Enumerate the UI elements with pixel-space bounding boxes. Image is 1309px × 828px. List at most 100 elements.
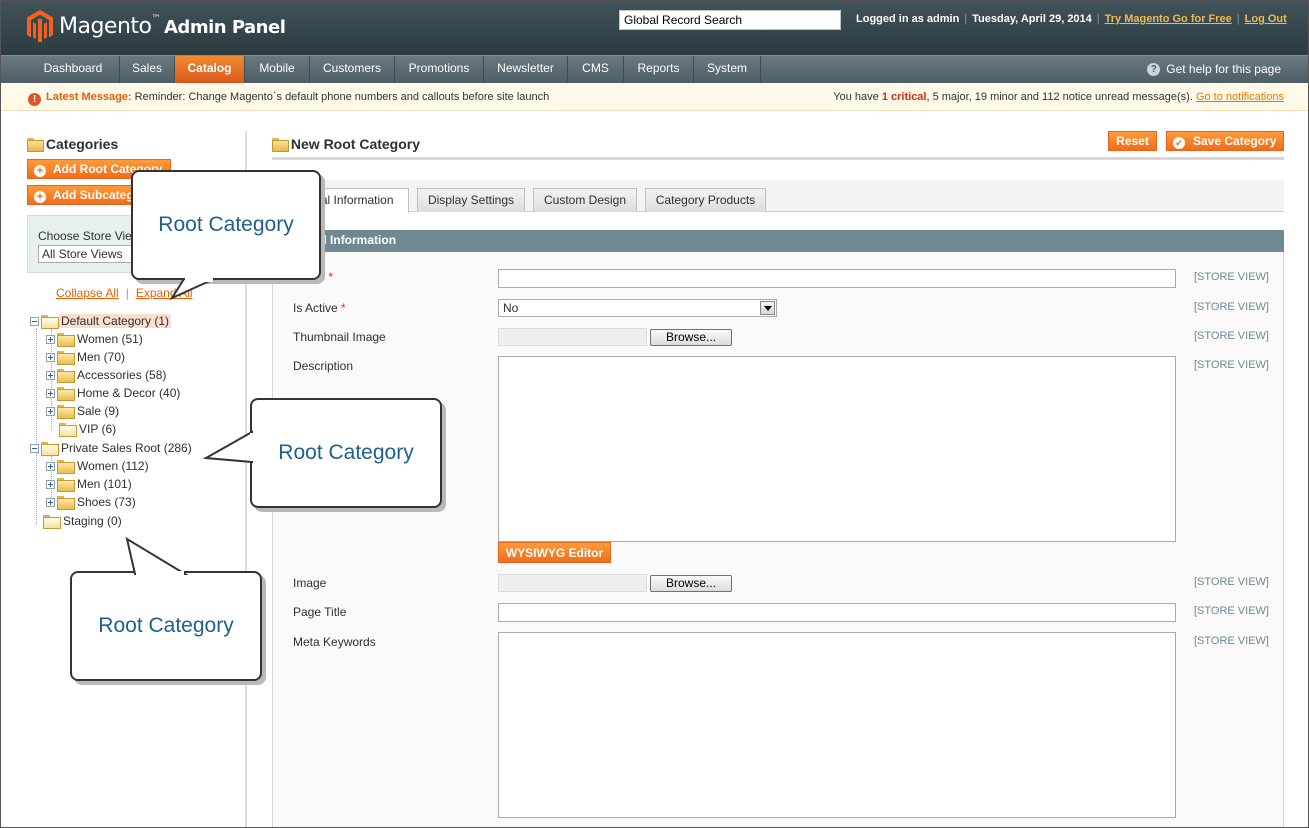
reset-button[interactable]: Reset xyxy=(1108,131,1157,151)
warning-icon: ! xyxy=(28,93,41,106)
tree-node-label[interactable]: Sale (9) xyxy=(75,404,121,418)
name-input[interactable] xyxy=(498,269,1176,288)
tree-node-label[interactable]: Men (101) xyxy=(75,477,134,491)
header-links: Logged in as admin | Tuesday, April 29, 20… xyxy=(856,13,1287,25)
help-icon: ? xyxy=(1147,63,1161,77)
callout-root-category-2: Root Category xyxy=(250,398,442,508)
tree-node[interactable]: Staging (0) xyxy=(30,513,124,529)
tree-node-label[interactable]: Home & Decor (40) xyxy=(75,386,182,400)
folder-icon xyxy=(41,315,59,329)
nav-cms[interactable]: CMS xyxy=(568,56,624,83)
nav-promotions[interactable]: Promotions xyxy=(395,56,484,83)
logout-link[interactable]: Log Out xyxy=(1245,13,1287,25)
folder-icon xyxy=(57,405,75,419)
tree-node[interactable]: Sale (9) xyxy=(46,403,121,419)
expand-icon[interactable] xyxy=(46,479,55,489)
tree-node-label[interactable]: Default Category (1) xyxy=(59,314,172,328)
tree-guide xyxy=(36,328,37,524)
magento-logo-icon xyxy=(27,9,53,43)
tree-node[interactable]: Home & Decor (40) xyxy=(46,385,182,401)
date-text: Tuesday, April 29, 2014 xyxy=(972,13,1092,25)
image-browse-button[interactable]: Browse... xyxy=(650,575,732,592)
categories-heading: Categories xyxy=(27,136,118,152)
image-file-field[interactable] xyxy=(498,574,647,592)
save-category-button[interactable]: ✔ Save Category xyxy=(1166,131,1284,151)
tree-node[interactable]: Private Sales Root (286) xyxy=(30,440,194,456)
thumbnail-image-label: Thumbnail Image xyxy=(293,330,386,344)
tree-node[interactable]: Men (101) xyxy=(46,476,134,492)
nav-newsletter[interactable]: Newsletter xyxy=(484,56,568,83)
nav-dashboard[interactable]: Dashboard xyxy=(27,56,120,83)
description-textarea[interactable] xyxy=(498,356,1176,542)
expand-icon[interactable] xyxy=(46,388,55,398)
folder-icon xyxy=(57,496,75,510)
title-divider xyxy=(272,157,1284,160)
tree-node[interactable]: Shoes (73) xyxy=(46,494,138,510)
tree-node[interactable]: Default Category (1) xyxy=(30,313,172,329)
page-title-label: Page Title xyxy=(293,605,347,619)
nav-system[interactable]: System xyxy=(694,56,761,83)
tree-node-label[interactable]: Men (70) xyxy=(75,350,127,364)
magento-logo[interactable]: Magento™ Admin Panel xyxy=(27,9,286,43)
nav-catalog[interactable]: Catalog xyxy=(175,56,245,83)
thumbnail-file-field[interactable] xyxy=(498,328,647,346)
store-view-label: Choose Store View: xyxy=(38,229,144,243)
folder-icon xyxy=(57,478,75,492)
tree-node[interactable]: Men (70) xyxy=(46,349,127,365)
scope-label: [STORE VIEW] xyxy=(1194,635,1269,647)
try-magento-link[interactable]: Try Magento Go for Free xyxy=(1105,13,1232,25)
thumbnail-browse-button[interactable]: Browse... xyxy=(650,329,732,346)
tree-node-label[interactable]: VIP (6) xyxy=(77,422,118,436)
tree-node-label[interactable]: Private Sales Root (286) xyxy=(59,441,194,455)
tree-node-label[interactable]: Women (51) xyxy=(75,332,145,346)
collapse-icon[interactable] xyxy=(30,316,39,326)
collapse-all-link[interactable]: Collapse All xyxy=(56,286,119,300)
tree-node-label[interactable]: Accessories (58) xyxy=(75,368,168,382)
tree-node-label[interactable]: Shoes (73) xyxy=(75,495,138,509)
tree-node[interactable]: Women (112) xyxy=(46,458,151,474)
folder-icon xyxy=(57,387,75,401)
tree-node-label[interactable]: Staging (0) xyxy=(61,514,124,528)
tree-node[interactable]: Accessories (58) xyxy=(46,367,168,383)
nav-reports[interactable]: Reports xyxy=(624,56,694,83)
is-active-select[interactable]: No xyxy=(498,299,777,317)
help-link[interactable]: ? Get help for this page xyxy=(1147,56,1281,83)
tree-node-label[interactable]: Women (112) xyxy=(75,459,151,473)
global-search-input[interactable] xyxy=(619,10,841,30)
plus-icon: + xyxy=(34,191,46,203)
expand-icon[interactable] xyxy=(46,406,55,416)
description-label: Description xyxy=(293,359,354,373)
image-label: Image xyxy=(293,576,327,590)
meta-keywords-textarea[interactable] xyxy=(498,632,1176,818)
callout-pointer xyxy=(169,278,215,301)
expand-icon[interactable] xyxy=(46,370,55,380)
tab-custom-design[interactable]: Custom Design xyxy=(533,188,637,212)
tree-node[interactable]: VIP (6) xyxy=(46,421,118,437)
section-header: General Information xyxy=(272,230,1284,252)
page-title-input[interactable] xyxy=(498,603,1176,622)
folder-icon xyxy=(43,515,61,529)
message-bar: ! Latest Message: Reminder: Change Magent… xyxy=(0,84,1309,111)
folder-icon xyxy=(41,442,59,456)
tab-display-settings[interactable]: Display Settings xyxy=(417,188,525,212)
expand-icon[interactable] xyxy=(46,334,55,344)
notifications-link[interactable]: Go to notifications xyxy=(1196,91,1284,103)
nav-mobile[interactable]: Mobile xyxy=(245,56,310,83)
scope-label: [STORE VIEW] xyxy=(1194,605,1269,617)
expand-icon[interactable] xyxy=(46,352,55,362)
is-active-label: Is Active * xyxy=(293,301,346,315)
expand-icon[interactable] xyxy=(46,461,55,471)
wysiwyg-editor-button[interactable]: WYSIWYG Editor xyxy=(498,542,611,563)
tree-node[interactable]: Women (51) xyxy=(46,331,145,347)
check-icon: ✔ xyxy=(1173,137,1185,149)
scope-label: [STORE VIEW] xyxy=(1194,330,1269,342)
expand-icon[interactable] xyxy=(46,497,55,507)
main-nav: Dashboard Sales Catalog Mobile Customers… xyxy=(0,55,1309,83)
nav-sales[interactable]: Sales xyxy=(120,56,175,83)
callout-root-category-1: Root Category xyxy=(131,170,321,280)
nav-customers[interactable]: Customers xyxy=(310,56,395,83)
collapse-icon[interactable] xyxy=(30,443,39,453)
callout-pointer xyxy=(202,430,254,464)
latest-message: ! Latest Message: Reminder: Change Magent… xyxy=(28,91,549,106)
tab-category-products[interactable]: Category Products xyxy=(645,188,766,212)
